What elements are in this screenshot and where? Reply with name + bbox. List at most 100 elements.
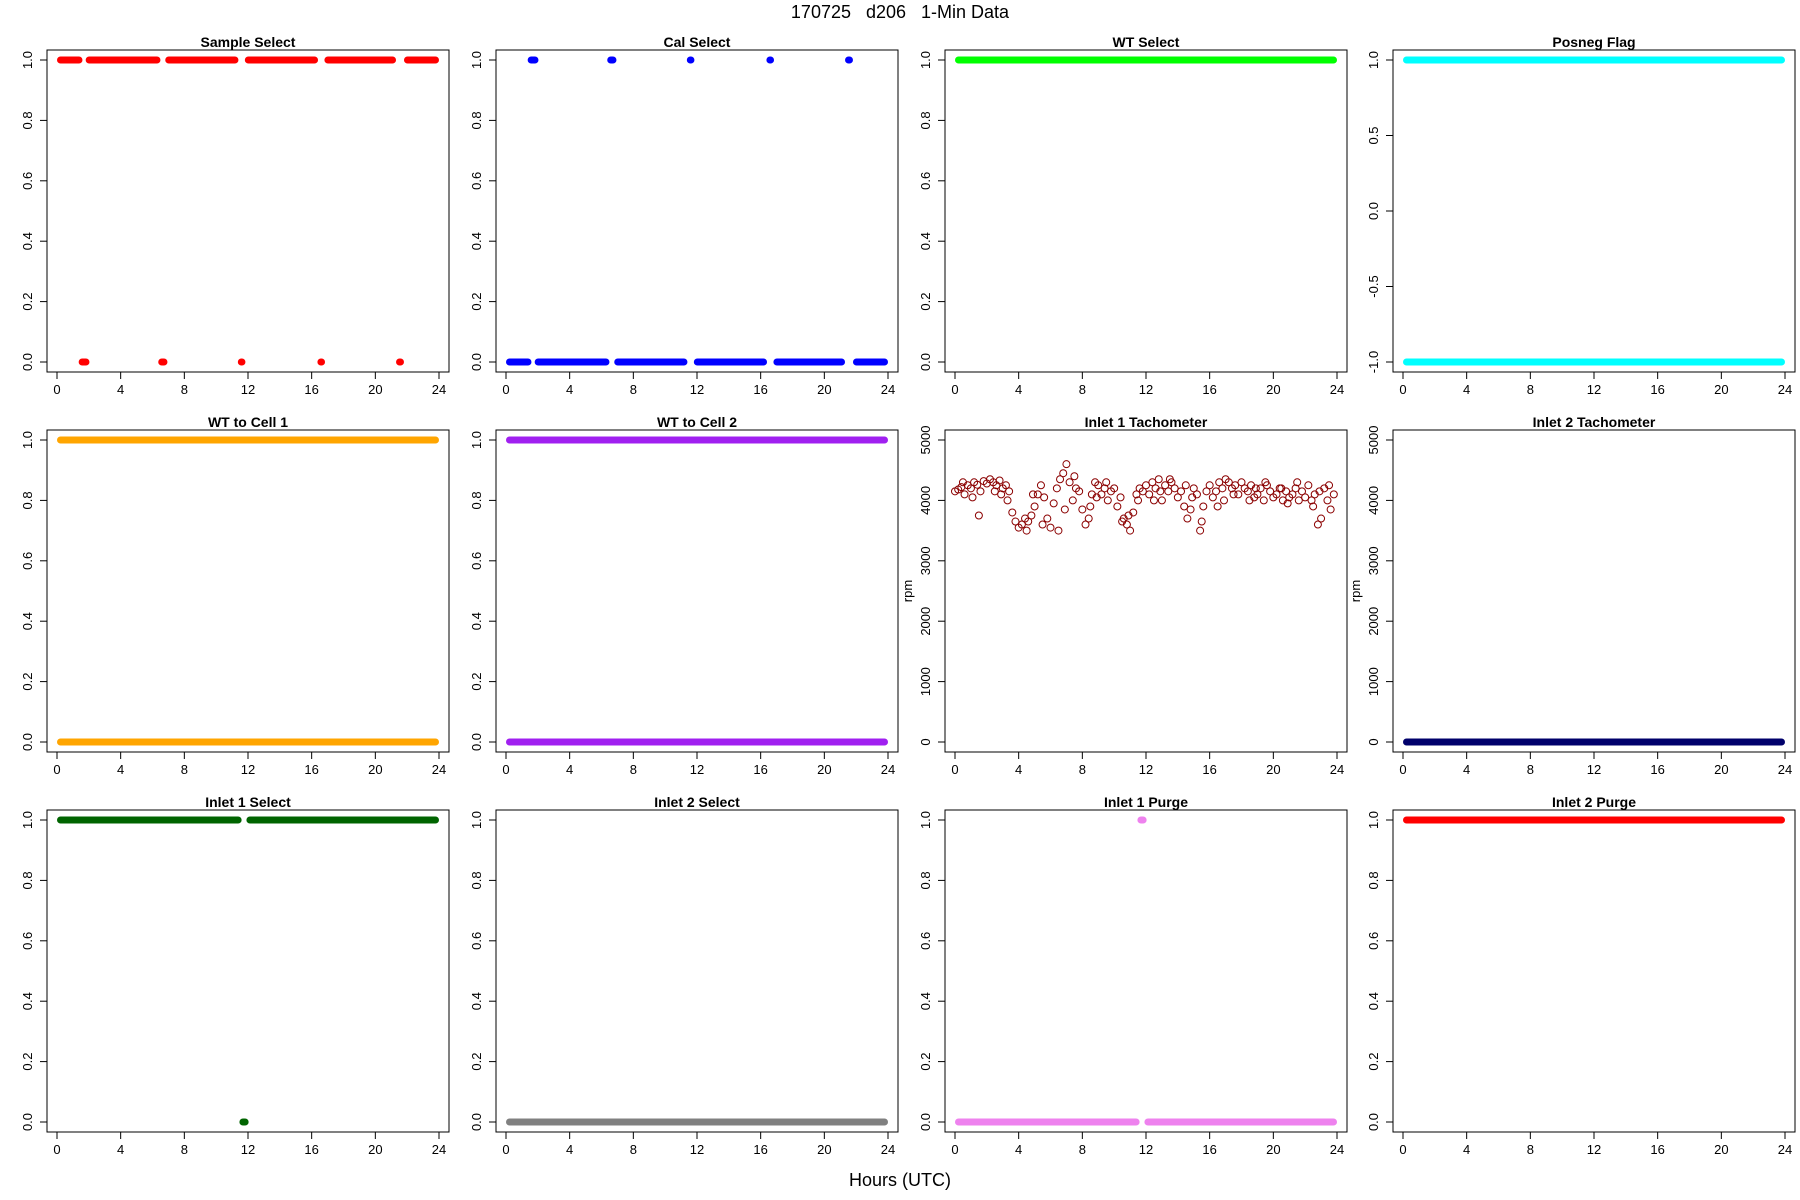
y-tick-label: 0.2 bbox=[918, 1053, 933, 1071]
y-tick-label: 0.2 bbox=[469, 1053, 484, 1071]
data-point bbox=[1326, 505, 1335, 514]
data-point bbox=[1052, 484, 1061, 493]
plot-frame bbox=[944, 809, 1348, 1133]
data-point bbox=[1043, 514, 1052, 523]
x-tick-label: 4 bbox=[1463, 382, 1470, 397]
y-tick-label: 1000 bbox=[918, 667, 933, 696]
y-tick-label: 0.2 bbox=[1366, 1053, 1381, 1071]
y-tick-label: 0.0 bbox=[469, 353, 484, 371]
y-tick-label: 0.4 bbox=[469, 232, 484, 250]
x-tick-label: 16 bbox=[753, 1142, 767, 1157]
panel-posneg-flag: Posneg Flag 0 4 8 12 16 20 24 -1.0 -0.5 0.0 0.5 1.0 bbox=[1366, 34, 1796, 397]
y-tick-label: 0.0 bbox=[918, 353, 933, 371]
y-tick-label: 0.6 bbox=[20, 932, 35, 950]
x-tick-label: 12 bbox=[690, 382, 704, 397]
x-tick-label: 20 bbox=[1714, 382, 1728, 397]
x-tick-label: 8 bbox=[630, 1142, 637, 1157]
y-tick-label: -1.0 bbox=[1366, 351, 1381, 373]
y-tick-label: 3000 bbox=[918, 546, 933, 575]
x-axis-label: Hours (UTC) bbox=[849, 1170, 951, 1190]
data-point bbox=[1259, 496, 1268, 505]
panel-title: Inlet 1 Purge bbox=[1104, 794, 1188, 810]
x-tick-label: 0 bbox=[502, 1142, 509, 1157]
x-tick-label: 8 bbox=[1079, 382, 1086, 397]
y-axis-label: rpm bbox=[1348, 580, 1363, 602]
y-tick-label: 1.0 bbox=[1366, 811, 1381, 829]
x-tick-label: 24 bbox=[432, 1142, 446, 1157]
plot-frame bbox=[46, 809, 450, 1133]
x-tick-label: 0 bbox=[951, 382, 958, 397]
x-tick-label: 12 bbox=[241, 382, 255, 397]
x-tick-label: 4 bbox=[117, 382, 124, 397]
y-tick-label: 0.6 bbox=[20, 552, 35, 570]
x-tick-label: 20 bbox=[1266, 382, 1280, 397]
x-tick-label: 20 bbox=[817, 762, 831, 777]
y-tick-label: 0.2 bbox=[469, 673, 484, 691]
data-point bbox=[1113, 502, 1122, 511]
y-tick-label: 1.0 bbox=[469, 51, 484, 69]
x-tick-label: 4 bbox=[1463, 1142, 1470, 1157]
x-tick-label: 0 bbox=[1399, 382, 1406, 397]
plot-frame bbox=[495, 49, 899, 373]
data-point bbox=[1065, 478, 1074, 487]
data-point bbox=[1070, 472, 1079, 481]
x-tick-label: 16 bbox=[1650, 1142, 1664, 1157]
y-axis-label: rpm bbox=[900, 580, 915, 602]
panel-title: Cal Select bbox=[664, 34, 731, 50]
panel-inlet-1-tachometer: Inlet 1 Tachometer 0 4 8 12 16 20 24 0 1000 2000 30… bbox=[900, 414, 1348, 777]
data-point bbox=[1060, 505, 1069, 514]
y-tick-label: 5000 bbox=[1366, 426, 1381, 455]
data-point bbox=[1040, 493, 1049, 502]
data-point bbox=[1005, 487, 1014, 496]
x-tick-label: 4 bbox=[1015, 762, 1022, 777]
data-point bbox=[1304, 481, 1313, 490]
x-tick-label: 8 bbox=[181, 762, 188, 777]
x-tick-label: 16 bbox=[753, 762, 767, 777]
data-point bbox=[1323, 496, 1332, 505]
x-tick-label: 24 bbox=[881, 762, 895, 777]
x-tick-label: 24 bbox=[881, 382, 895, 397]
y-tick-label: 0.6 bbox=[469, 172, 484, 190]
x-tick-label: 12 bbox=[1139, 762, 1153, 777]
x-tick-label: 8 bbox=[630, 382, 637, 397]
x-tick-label: 0 bbox=[1399, 762, 1406, 777]
data-point bbox=[1027, 511, 1036, 520]
x-tick-label: 16 bbox=[1650, 762, 1664, 777]
data-point bbox=[1028, 490, 1037, 499]
y-tick-label: 1.0 bbox=[469, 431, 484, 449]
y-tick-label: -0.5 bbox=[1366, 275, 1381, 297]
y-tick-label: 0.0 bbox=[469, 733, 484, 751]
x-tick-label: 24 bbox=[881, 1142, 895, 1157]
data-point bbox=[1126, 526, 1135, 535]
x-tick-label: 8 bbox=[630, 762, 637, 777]
x-tick-label: 0 bbox=[951, 762, 958, 777]
data-point bbox=[968, 493, 977, 502]
x-tick-label: 8 bbox=[1527, 1142, 1534, 1157]
y-tick-label: 0.6 bbox=[469, 552, 484, 570]
data-point bbox=[1196, 526, 1205, 535]
data-point bbox=[976, 487, 985, 496]
panel-title: Inlet 2 Tachometer bbox=[1533, 414, 1656, 430]
y-tick-label: 0.0 bbox=[469, 1113, 484, 1131]
y-tick-label: 0.0 bbox=[1366, 1113, 1381, 1131]
panel-title: WT Select bbox=[1113, 34, 1180, 50]
data-point bbox=[1329, 490, 1338, 499]
x-tick-label: 0 bbox=[53, 382, 60, 397]
data-point bbox=[974, 511, 983, 520]
y-tick-label: 0.4 bbox=[469, 992, 484, 1010]
y-tick-label: 4000 bbox=[1366, 486, 1381, 515]
data-point bbox=[1103, 496, 1112, 505]
x-tick-label: 16 bbox=[753, 382, 767, 397]
x-tick-label: 16 bbox=[304, 762, 318, 777]
x-tick-label: 8 bbox=[1527, 762, 1534, 777]
y-tick-label: 0.0 bbox=[1366, 202, 1381, 220]
y-tick-label: 0.2 bbox=[469, 293, 484, 311]
plot-frame bbox=[495, 809, 899, 1133]
data-point bbox=[1149, 496, 1158, 505]
y-tick-label: 0.0 bbox=[20, 353, 35, 371]
y-tick-label: 1.0 bbox=[469, 811, 484, 829]
x-tick-label: 4 bbox=[566, 762, 573, 777]
data-point bbox=[1199, 502, 1208, 511]
y-tick-label: 2000 bbox=[918, 607, 933, 636]
y-tick-label: 0.8 bbox=[1366, 871, 1381, 889]
